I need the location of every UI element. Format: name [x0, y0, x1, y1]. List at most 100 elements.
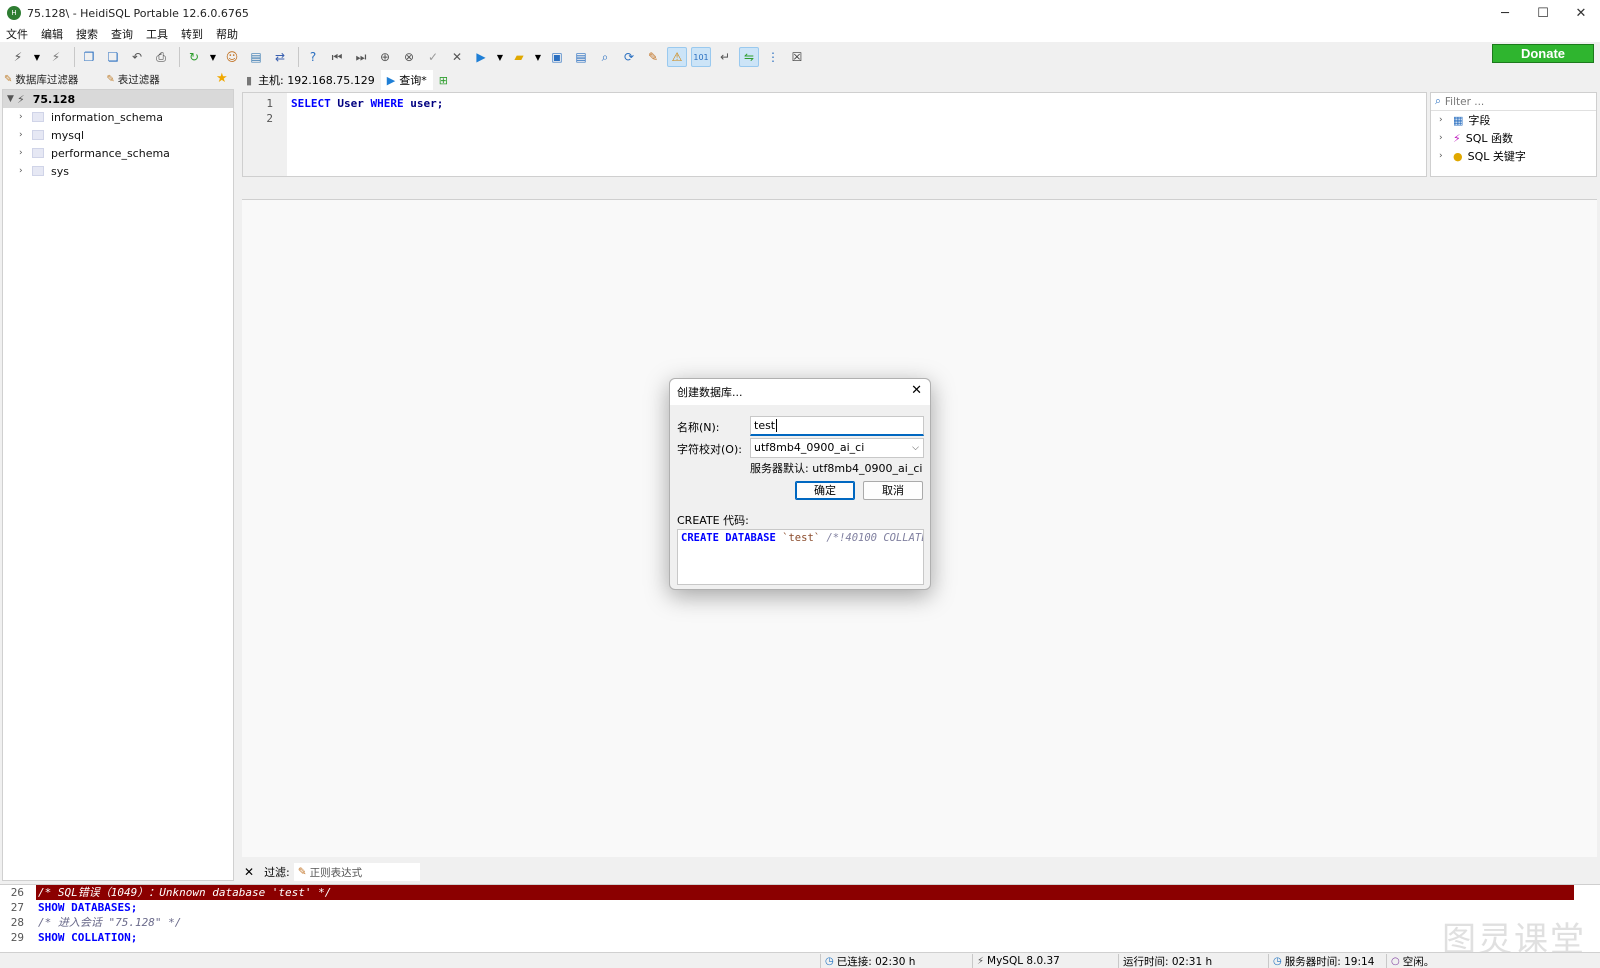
chevron-right-icon[interactable]: ›	[19, 148, 29, 158]
table-filter-tab[interactable]: ✎ 表过滤器	[102, 71, 163, 87]
collation-select[interactable]: utf8mb4_0900_ai_ci ⌵	[750, 438, 924, 458]
menu-help[interactable]: 帮助	[216, 26, 238, 42]
window-title: 75.128\ - HeidiSQL Portable 12.6.0.6765	[27, 6, 249, 20]
dropdown-arrow-icon[interactable]: ▼	[495, 47, 505, 67]
play-icon: ▶	[386, 73, 396, 87]
tab-query[interactable]: ▶ 查询*	[380, 70, 433, 90]
chevron-right-icon[interactable]: ›	[1439, 115, 1449, 125]
chevron-down-icon[interactable]: ▼	[7, 94, 17, 104]
menu-search[interactable]: 搜索	[76, 26, 98, 42]
cancel-icon[interactable]: ✕	[447, 47, 467, 67]
log-text: /* 进入会话 "75.128" */	[38, 916, 182, 929]
refresh-icon[interactable]: ↻	[184, 47, 204, 67]
run-icon[interactable]: ▶	[471, 47, 491, 67]
status-text: 服务器时间: 19:14	[1284, 955, 1375, 968]
cancel-button[interactable]: 取消	[863, 481, 923, 500]
log-line: 28 /* 进入会话 "75.128" */	[0, 915, 1600, 930]
user-manager-icon[interactable]: ☺	[222, 47, 242, 67]
add-tab-icon: ⊞	[438, 73, 448, 87]
find-icon[interactable]: ⌕	[595, 47, 615, 67]
tree-root-session[interactable]: ▼ ⚡ 75.128	[3, 90, 233, 108]
tree-item-database[interactable]: › performance_schema	[3, 144, 233, 162]
more-icon[interactable]: ⋮	[763, 47, 783, 67]
tab-host[interactable]: ▮ 主机: 192.168.75.129	[240, 70, 381, 90]
donate-button[interactable]: Donate	[1492, 44, 1594, 63]
sql-editor[interactable]: 1 2 SELECT User WHERE user;	[242, 92, 1427, 177]
toolbar-separator	[298, 47, 299, 67]
post-icon[interactable]: ✓	[423, 47, 443, 67]
database-name-input[interactable]: test	[750, 416, 924, 436]
delete-icon[interactable]: ⊗	[399, 47, 419, 67]
status-server: ⚡ MySQL 8.0.37	[972, 954, 1060, 968]
save-snippet-icon[interactable]: ▤	[571, 47, 591, 67]
sync-icon[interactable]: ⇋	[739, 47, 759, 67]
menu-query[interactable]: 查询	[111, 26, 133, 42]
print-icon[interactable]: ⎙	[151, 47, 171, 67]
database-name: mysql	[51, 128, 84, 142]
open-folder-icon[interactable]: ▰	[509, 47, 529, 67]
database-filter-tab[interactable]: ✎ 数据库过滤器	[0, 71, 82, 87]
regex-filter-input[interactable]: ✎ 正则表达式	[293, 863, 420, 881]
chevron-down-icon[interactable]: ⌵	[912, 439, 919, 457]
dropdown-arrow-icon[interactable]: ▼	[533, 47, 543, 67]
favorite-star-icon[interactable]: ★	[216, 71, 228, 86]
menu-edit[interactable]: 编辑	[41, 26, 63, 42]
helper-item-fields[interactable]: › ▦ 字段	[1431, 111, 1596, 129]
chevron-right-icon[interactable]: ›	[19, 130, 29, 140]
add-icon[interactable]: ⊕	[375, 47, 395, 67]
maximize-button[interactable]: ☐	[1524, 0, 1562, 26]
close-query-icon[interactable]: ☒	[787, 47, 807, 67]
format-sql-icon[interactable]: ✎	[643, 47, 663, 67]
helper-filter-input[interactable]: ⌕ Filter ...	[1431, 93, 1596, 111]
editor-code[interactable]: SELECT User WHERE user;	[287, 93, 443, 176]
clock-icon: ◷	[1273, 955, 1282, 967]
transfer-icon[interactable]: ⇄	[270, 47, 290, 67]
tree-item-database[interactable]: › sys	[3, 162, 233, 180]
sql-log[interactable]: 26 /* SQL错误（1049）：Unknown database 'test…	[0, 884, 1600, 952]
database-tree[interactable]: ▼ ⚡ 75.128 › information_schema › mysql …	[2, 89, 234, 881]
helper-item-label: SQL 关键字	[1467, 150, 1526, 163]
save-icon[interactable]: ▣	[547, 47, 567, 67]
maintenance-icon[interactable]: ▤	[246, 47, 266, 67]
chevron-right-icon[interactable]: ›	[1439, 133, 1449, 143]
warnings-icon[interactable]: ⚠	[667, 47, 687, 67]
status-idle: ○ 空闲。	[1386, 954, 1434, 968]
create-code-preview[interactable]: CREATE DATABASE `test` /*!40100 COLLATE	[677, 529, 924, 585]
paste-icon[interactable]: ❏	[103, 47, 123, 67]
copy-icon[interactable]: ❐	[79, 47, 99, 67]
dropdown-arrow-icon[interactable]: ▼	[32, 47, 42, 67]
chevron-right-icon[interactable]: ›	[1439, 151, 1449, 161]
binary-display-icon[interactable]: 101	[691, 47, 711, 67]
menu-tools[interactable]: 工具	[146, 26, 168, 42]
close-window-button[interactable]: ✕	[1562, 0, 1600, 26]
query-tab-label: 查询*	[399, 74, 427, 87]
close-icon[interactable]: ✕	[911, 383, 922, 398]
replace-icon[interactable]: ⟳	[619, 47, 639, 67]
tree-item-database[interactable]: › mysql	[3, 126, 233, 144]
close-filter-icon[interactable]: ✕	[244, 865, 254, 879]
helper-item-functions[interactable]: › ⚡ SQL 函数	[1431, 129, 1596, 147]
new-query-tab-button[interactable]: ⊞	[433, 70, 454, 90]
last-icon[interactable]: ⏭	[351, 47, 371, 67]
editor-result-splitter[interactable]	[242, 178, 1597, 200]
database-name: sys	[51, 164, 69, 178]
connect-plug-icon[interactable]: ⚡	[8, 47, 28, 67]
undo-icon[interactable]: ↶	[127, 47, 147, 67]
ok-button[interactable]: 确定	[795, 481, 855, 500]
status-bar: ◷ 已连接: 02:30 h ⚡ MySQL 8.0.37 运行时间: 02:3…	[0, 952, 1600, 968]
tree-item-database[interactable]: › information_schema	[3, 108, 233, 126]
help-icon[interactable]: ?	[303, 47, 323, 67]
main-toolbar: ⚡ ▼ ⚡ ❐ ❏ ↶ ⎙ ↻ ▼ ☺ ▤ ⇄ ? ⏮ ⏭ ⊕ ⊗ ✓ ✕ ▶ …	[0, 43, 1600, 71]
helper-item-label: 字段	[1468, 114, 1491, 127]
chevron-right-icon[interactable]: ›	[19, 112, 29, 122]
sql-keyword: WHERE	[370, 97, 404, 110]
dropdown-arrow-icon[interactable]: ▼	[208, 47, 218, 67]
menu-goto[interactable]: 转到	[181, 26, 203, 42]
chevron-right-icon[interactable]: ›	[19, 166, 29, 176]
helper-item-keywords[interactable]: › ● SQL 关键字	[1431, 147, 1596, 165]
word-wrap-icon[interactable]: ↵	[715, 47, 735, 67]
menu-file[interactable]: 文件	[6, 26, 28, 42]
minimize-button[interactable]: ─	[1486, 0, 1524, 26]
disconnect-icon[interactable]: ⚡	[46, 47, 66, 67]
first-icon[interactable]: ⏮	[327, 47, 347, 67]
